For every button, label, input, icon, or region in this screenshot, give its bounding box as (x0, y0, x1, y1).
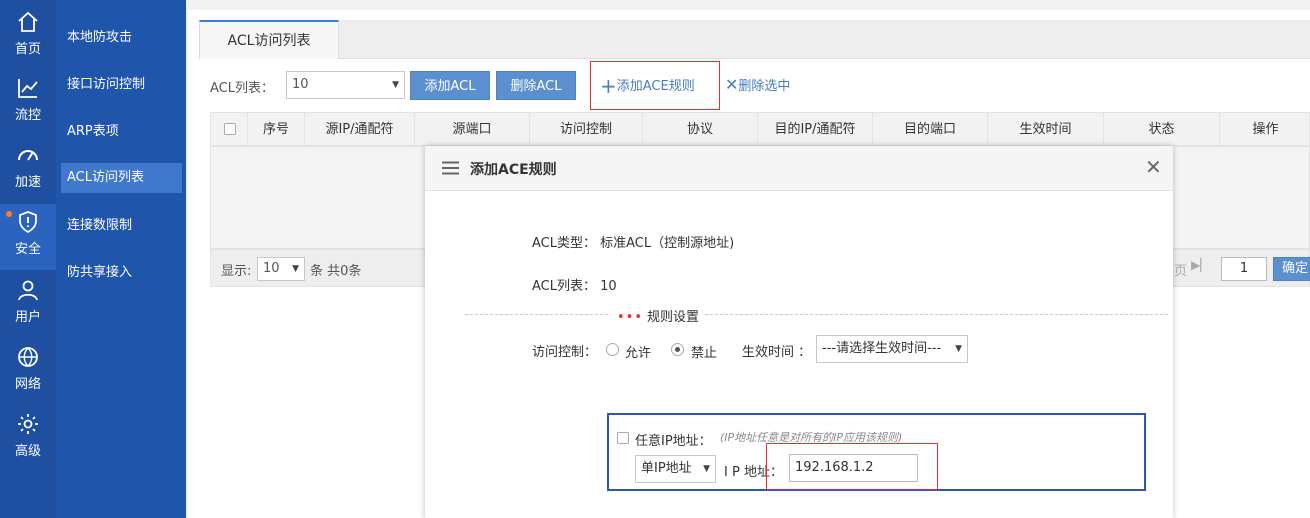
rail-label: 用户 (14, 310, 41, 325)
rail-label: 首页 (14, 42, 41, 57)
rail-item-network[interactable]: 网络 (0, 339, 56, 405)
column-header[interactable]: 目的IP/通配符 (757, 113, 872, 147)
last-page-icon[interactable]: ▶▏ (1191, 258, 1209, 272)
rail-label: 加速 (14, 175, 41, 190)
main-nav-rail: 首页 流控 加速 安全 用户 网络 高级 (0, 0, 56, 518)
allow-label[interactable]: 允许 (625, 342, 651, 361)
dialog-title: 添加ACE规则 (470, 162, 557, 178)
pager-show-label: 显示: (221, 264, 252, 279)
submenu-item-anti-sharing[interactable]: 防共享接入 (61, 258, 182, 288)
active-dot (6, 211, 12, 217)
ip-type-value: 单IP地址 (641, 461, 692, 476)
dialog-header: 添加ACE规则 ✕ (425, 146, 1173, 191)
rule-settings-title: 规则设置 (647, 310, 700, 325)
any-ip-checkbox[interactable] (617, 432, 629, 444)
column-header[interactable]: 序号 (247, 113, 304, 147)
chevron-down-icon: ▼ (292, 264, 299, 274)
rule-settings-heading: ••• 规则设置 (611, 306, 706, 325)
user-icon (18, 280, 38, 301)
acl-list-dialog-label: ACL列表： (532, 279, 596, 294)
effective-time-label: 生效时间 ： (742, 345, 812, 360)
security-submenu: 本地防攻击 接口访问控制 ARP表项 ACL访问列表 连接数限制 防共享接入 (56, 0, 186, 518)
add-ace-rule-dialog: 添加ACE规则 ✕ ACL类型： 标准ACL（控制源地址) ACL列表： 10 … (425, 146, 1173, 518)
close-icon: ✕ (725, 75, 739, 94)
page-size-value: 10 (263, 261, 280, 276)
submenu-item-acl[interactable]: ACL访问列表 (61, 163, 182, 193)
rail-item-advanced[interactable]: 高级 (0, 406, 56, 472)
acl-type-value: 标准ACL（控制源地址) (600, 236, 735, 251)
effective-time-value: ---请选择生效时间--- (822, 341, 942, 356)
acl-type-label: ACL类型： (532, 236, 596, 251)
highlight-box-ip-address (766, 443, 938, 490)
rail-item-flow[interactable]: 流控 (0, 70, 56, 136)
rail-item-home[interactable]: 首页 (0, 4, 56, 70)
effective-time-select[interactable]: ---请选择生效时间--- ▼ (816, 335, 968, 363)
rail-item-speed[interactable]: 加速 (0, 137, 56, 203)
acl-list-row: ACL列表： 10 (532, 275, 617, 294)
section-divider (465, 314, 1168, 315)
rail-label: 流控 (14, 108, 41, 123)
acl-table-header: 序号 源IP/通配符 源端口 访问控制 协议 目的IP/通配符 目的端口 生效时… (210, 112, 1310, 147)
ip-type-select[interactable]: 单IP地址 ▼ (635, 455, 716, 483)
acl-list-dialog-value: 10 (600, 279, 617, 294)
deny-label[interactable]: 禁止 (691, 342, 717, 361)
rail-item-security[interactable]: 安全 (0, 204, 56, 270)
close-icon[interactable]: ✕ (1145, 155, 1162, 179)
submenu-item-interface-access[interactable]: 接口访问控制 (61, 70, 182, 100)
column-header[interactable]: 生效时间 (987, 113, 1103, 147)
column-header[interactable]: 源端口 (414, 113, 529, 147)
shield-alert-icon (19, 211, 37, 234)
prev-page-label: 页 (1174, 264, 1188, 279)
top-strip (187, 0, 1310, 10)
submenu-item-local-attack[interactable]: 本地防攻击 (61, 23, 182, 53)
submenu-item-connection-limit[interactable]: 连接数限制 (61, 211, 182, 241)
speedometer-icon (18, 150, 38, 161)
dots-icon: ••• (617, 310, 644, 325)
page-size-select[interactable]: 10 ▼ (257, 257, 305, 281)
gear-icon (18, 414, 38, 434)
page-confirm-button[interactable]: 确定 (1273, 257, 1310, 281)
access-control-label: 访问控制： (532, 345, 598, 360)
chevron-down-icon: ▼ (703, 464, 710, 474)
delete-selected-button[interactable]: ✕删除选中 (725, 75, 790, 94)
column-header[interactable]: 访问控制 (529, 113, 642, 147)
column-header[interactable]: 源IP/通配符 (304, 113, 414, 147)
chevron-down-icon: ▼ (955, 344, 962, 354)
select-all-cell (211, 113, 247, 147)
delete-acl-button[interactable]: 删除ACL (496, 71, 576, 100)
column-header[interactable]: 协议 (642, 113, 757, 147)
rail-item-user[interactable]: 用户 (0, 272, 56, 338)
pager-summary: 条 共0条 (310, 264, 362, 279)
home-icon (18, 11, 38, 32)
acl-list-value: 10 (292, 77, 309, 92)
select-all-checkbox[interactable] (224, 123, 236, 135)
deny-radio[interactable] (671, 343, 684, 356)
page-number-input[interactable]: 1 (1221, 257, 1267, 281)
acl-list-select[interactable]: 10 ▼ (286, 71, 405, 99)
tab-acl-list[interactable]: ACL访问列表 (199, 20, 339, 59)
submenu-item-arp[interactable]: ARP表项 (61, 117, 182, 147)
tab-bar: ACL访问列表 (199, 20, 1310, 59)
rail-label: 高级 (14, 444, 41, 459)
column-header[interactable]: 状态 (1103, 113, 1219, 147)
any-ip-label: 任意IP地址： (635, 434, 712, 449)
rail-label: 网络 (14, 377, 41, 392)
highlight-box-add-ace (590, 61, 720, 110)
rail-label: 安全 (14, 242, 41, 257)
chart-line-icon (18, 79, 38, 98)
add-acl-button[interactable]: 添加ACL (410, 71, 490, 100)
acl-list-label: ACL列表： (210, 81, 274, 96)
menu-icon (442, 161, 459, 175)
globe-icon (18, 347, 38, 367)
allow-radio[interactable] (606, 343, 619, 356)
column-header[interactable]: 操作 (1219, 113, 1310, 147)
chevron-down-icon: ▼ (392, 80, 399, 90)
acl-type-row: ACL类型： 标准ACL（控制源地址) (532, 232, 734, 251)
delete-selected-label: 删除选中 (738, 79, 791, 94)
column-header[interactable]: 目的端口 (872, 113, 987, 147)
